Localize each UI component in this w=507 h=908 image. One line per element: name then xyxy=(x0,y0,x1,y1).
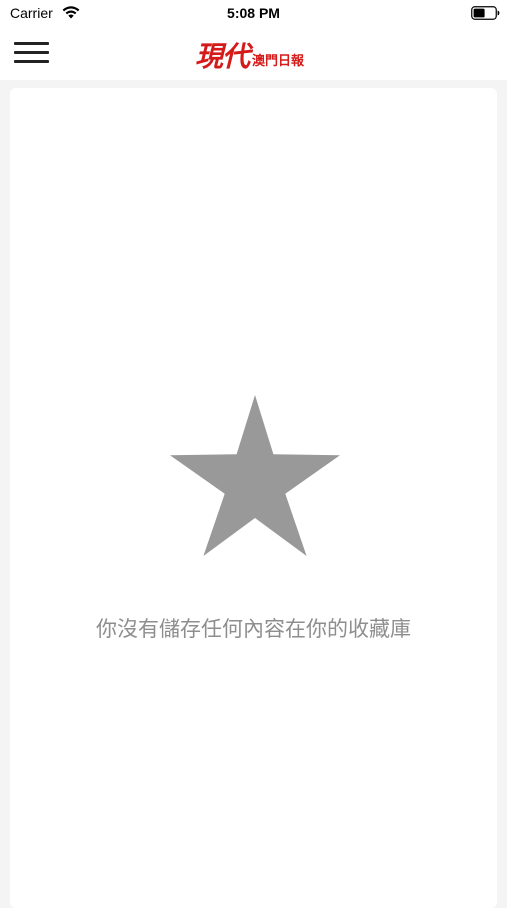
empty-favorites-message: 你沒有儲存任何內容在你的收藏庫 xyxy=(96,617,411,641)
status-bar: Carrier 5:08 PM xyxy=(0,0,507,28)
star-icon xyxy=(170,395,340,556)
logo-main-text: 現代 xyxy=(195,40,250,73)
nav-bar: 現代 澳門日報 xyxy=(0,28,507,80)
status-time: 5:08 PM xyxy=(227,5,280,21)
hamburger-menu-icon[interactable] xyxy=(12,38,50,68)
favorites-card: 你沒有儲存任何內容在你的收藏庫 xyxy=(10,88,497,908)
battery-icon xyxy=(471,6,500,20)
app-logo: 現代 澳門日報 xyxy=(195,36,304,72)
logo-sub-text: 澳門日報 xyxy=(252,54,305,69)
